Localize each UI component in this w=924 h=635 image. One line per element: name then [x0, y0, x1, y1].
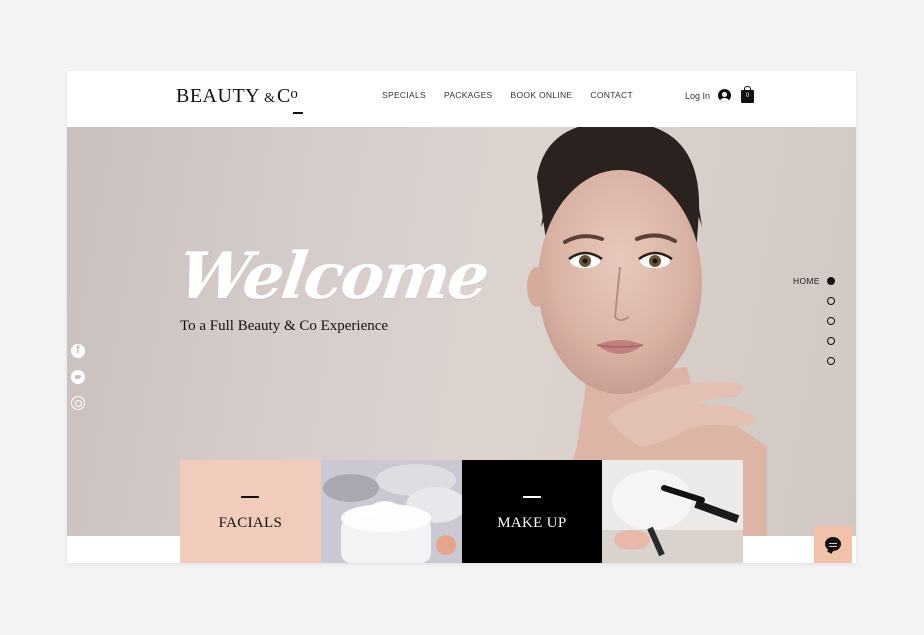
tile-facials-image[interactable] [320, 460, 462, 563]
hero-welcome-heading: Welcome [173, 239, 493, 314]
logo-letter-o: o [290, 86, 298, 102]
instagram-icon[interactable] [71, 396, 85, 410]
section-dot-1[interactable] [827, 277, 835, 285]
section-nav-dots [827, 277, 835, 365]
site-header: BEAUTY & Co SPECIALS PACKAGES BOOK ONLINE … [67, 71, 856, 127]
tile-facials[interactable]: FACIALS [180, 460, 321, 563]
site-frame: BEAUTY & Co SPECIALS PACKAGES BOOK ONLINE … [67, 71, 856, 563]
logo-underline [293, 112, 303, 114]
social-bar [71, 344, 85, 410]
user-avatar-icon[interactable] [718, 89, 731, 102]
facebook-icon[interactable] [71, 344, 85, 358]
tile-label-makeup: MAKE UP [497, 515, 567, 531]
tile-makeup[interactable]: MAKE UP [461, 460, 603, 563]
nav-item-book-online[interactable]: BOOK ONLINE [511, 90, 573, 100]
nav-item-specials[interactable]: SPECIALS [382, 90, 426, 100]
chat-button[interactable] [814, 526, 852, 563]
section-dot-5[interactable] [827, 357, 835, 365]
logo-letter-c: C [277, 85, 291, 107]
cream-jar-image [322, 464, 462, 563]
logo-ampersand: & [264, 91, 275, 106]
nav-item-packages[interactable]: PACKAGES [444, 90, 493, 100]
section-label-home: HOME [793, 276, 820, 286]
service-tiles: FACIALS MAKE UP [180, 460, 743, 563]
logo-wordmark: BEAUTY [176, 85, 261, 107]
tile-dash [522, 496, 541, 498]
mascara-image [602, 470, 743, 563]
shopping-bag-icon[interactable]: 0 [741, 86, 754, 103]
section-dot-4[interactable] [827, 337, 835, 345]
cart-count: 0 [745, 93, 750, 99]
tile-label-facials: FACIALS [218, 515, 283, 531]
tile-dash [241, 496, 259, 498]
twitter-icon[interactable] [71, 370, 85, 384]
section-dot-3[interactable] [827, 317, 835, 325]
section-dot-2[interactable] [827, 297, 835, 305]
nav-item-contact[interactable]: CONTACT [590, 90, 633, 100]
chat-icon [825, 537, 841, 551]
tile-makeup-image[interactable] [602, 460, 743, 563]
login-link[interactable]: Log In [685, 91, 710, 101]
hero-subtitle: To a Full Beauty & Co Experience [180, 318, 389, 334]
site-logo[interactable]: BEAUTY & Co [176, 85, 303, 114]
main-nav: SPECIALS PACKAGES BOOK ONLINE CONTACT [382, 90, 633, 100]
